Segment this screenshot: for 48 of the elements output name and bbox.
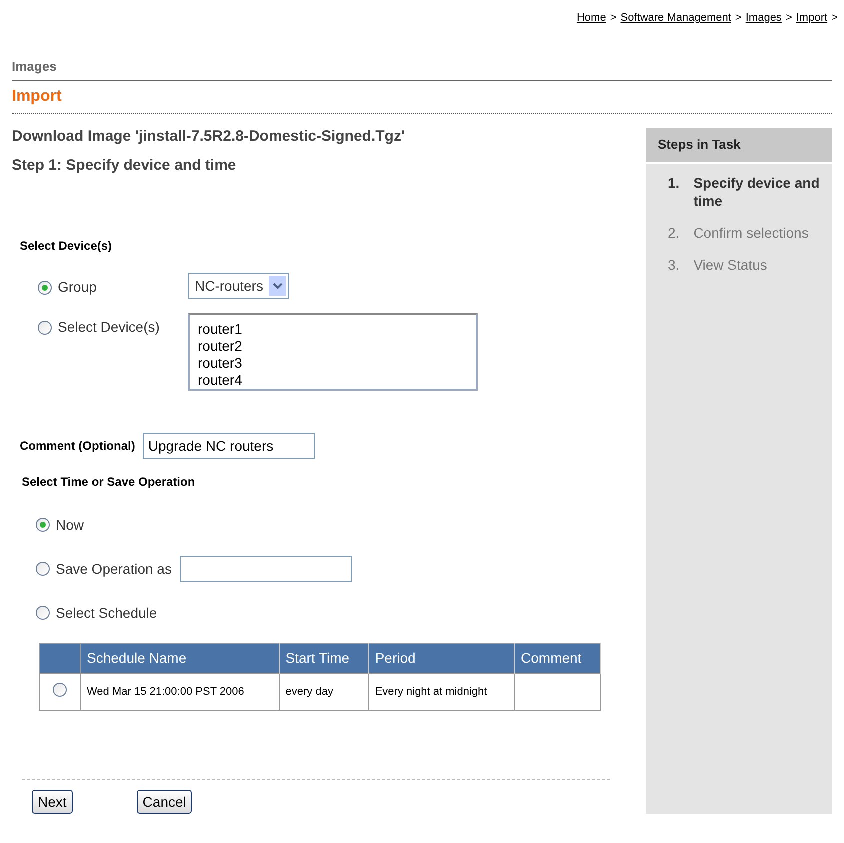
radio-button[interactable]	[38, 320, 52, 334]
step-item: 3. View Status	[667, 256, 768, 274]
table-cell: every day	[279, 674, 369, 710]
list-item[interactable]: router1	[198, 321, 468, 338]
operation-name-field[interactable]	[180, 556, 352, 582]
radio-label: Select Device(s)	[58, 318, 160, 337]
heading: Download Image 'jinstall-7.5R2.8-Domestic-Signed.Tgz'	[12, 127, 406, 147]
column-header: Schedule Name	[80, 644, 280, 674]
list-item[interactable]: router3	[198, 355, 468, 372]
column-header: Period	[368, 644, 515, 674]
form-button[interactable]: Next	[32, 790, 73, 814]
breadcrumb-link[interactable]: Software Management	[620, 10, 732, 26]
device-list[interactable]: router1 router2 router3 router4	[188, 313, 478, 391]
table-cell: Every night at midnight	[368, 674, 515, 710]
radio-label: Select Schedule	[56, 604, 158, 622]
table-cell: Wed Mar 15 21:00:00 PST 2006	[80, 674, 280, 710]
radio-label: Now	[56, 516, 84, 534]
column-header: Comment	[514, 644, 600, 674]
list-item[interactable]: router4	[198, 372, 468, 389]
radio-button[interactable]	[36, 606, 50, 620]
breadcrumb-separator: >	[610, 11, 617, 26]
radio-button[interactable]	[53, 682, 67, 696]
radio-label: Save Operation as	[56, 560, 172, 579]
step-item: 1. Specify device and time	[667, 174, 821, 210]
radio-label: Group	[58, 278, 97, 297]
breadcrumb-link[interactable]: Images	[746, 10, 782, 26]
list-item[interactable]: router2	[198, 338, 468, 355]
comment-field[interactable]: Upgrade NC routers	[143, 433, 316, 459]
breadcrumb-separator: >	[786, 11, 792, 26]
breadcrumb-link[interactable]: Import	[796, 10, 828, 26]
page-title: Import	[12, 81, 832, 114]
breadcrumb-link[interactable]: Home	[576, 10, 606, 26]
form-button[interactable]: Cancel	[136, 790, 192, 814]
section-heading: Select Device(s)	[20, 238, 114, 255]
radio-button[interactable]	[36, 518, 50, 532]
breadcrumb-separator: >	[735, 11, 742, 26]
radio-button[interactable]	[38, 280, 52, 294]
section-title: Images	[12, 56, 832, 81]
panel-title: Steps in Task	[646, 128, 832, 164]
step-item: 2. Confirm selections	[667, 224, 810, 242]
column-header: Start Time	[279, 644, 369, 674]
subheading: Step 1: Specify device and time	[12, 156, 238, 176]
radio-button[interactable]	[36, 562, 50, 576]
section-heading: Select Time or Save Operation	[22, 474, 196, 491]
group-dropdown[interactable]: NC-routers	[188, 273, 290, 299]
chevron-down-icon	[269, 276, 286, 296]
field-label: Comment (Optional)	[20, 438, 136, 455]
breadcrumb-separator: >	[832, 11, 838, 26]
